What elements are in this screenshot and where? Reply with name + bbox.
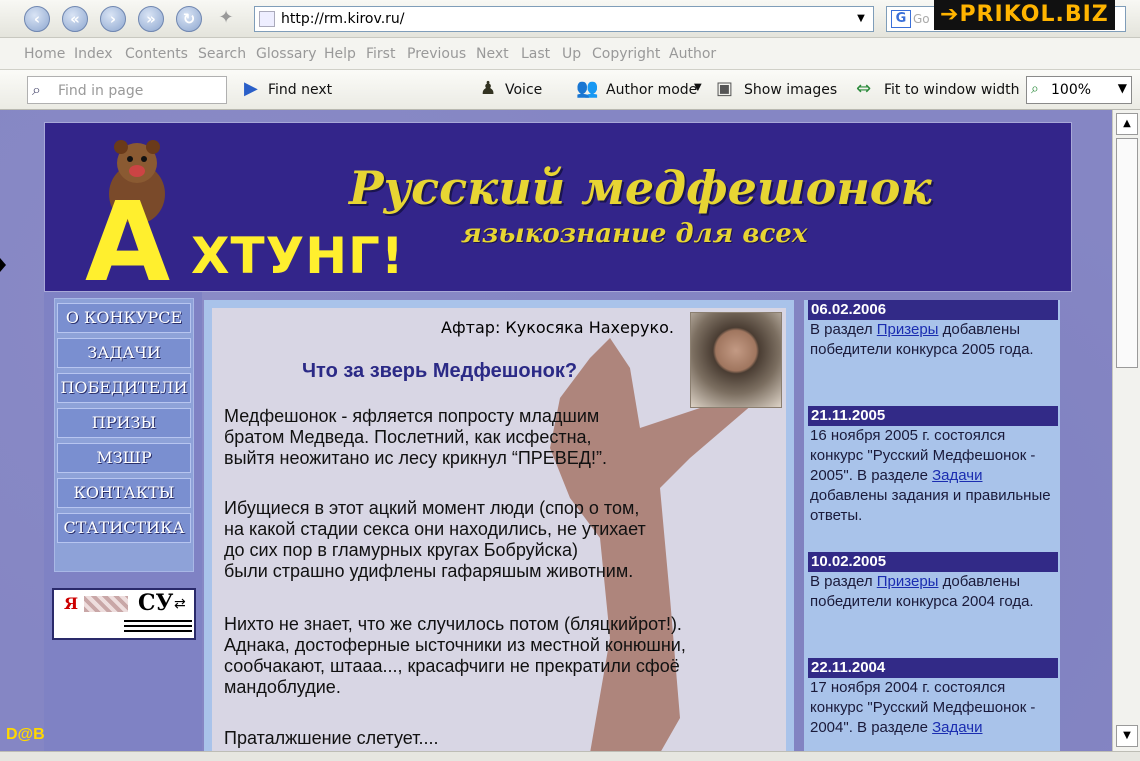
show-images-button[interactable]: Show images (744, 82, 837, 98)
menu-index[interactable]: Index (74, 46, 113, 62)
scroll-down-icon[interactable]: ▼ (1116, 725, 1138, 747)
ahtung-text: ХТУНГ! (191, 227, 405, 285)
news-link-tasks[interactable]: Задачи (932, 467, 982, 484)
camera-icon[interactable]: ▣ (716, 78, 733, 99)
article-paragraph-1: Медфешонок - яфляется попросту младшим б… (224, 406, 607, 468)
news-item: 17 ноября 2004 г. состоялся конкурс "Рус… (810, 679, 1036, 736)
back-history-icon[interactable]: « (62, 6, 88, 32)
page-icon (259, 11, 275, 27)
counter-lines (124, 620, 192, 634)
article-paragraph-2: Ибущиеся в этот ацкий момент люди (спор … (224, 498, 646, 581)
find-next-icon[interactable]: ▶ (244, 78, 258, 99)
counter-letter: Я (64, 594, 79, 613)
fit-width-button[interactable]: Fit to window width (884, 82, 1020, 98)
address-dropdown-icon[interactable]: ▼ (851, 9, 871, 29)
menu-contents[interactable]: Contents (125, 46, 188, 62)
navigation-toolbar: ‹ « › » ↻ ✦ http://rm.kirov.ru/ ▼ G Go ➔… (0, 0, 1140, 38)
nav-tasks[interactable]: ЗАДАЧИ (57, 338, 191, 368)
site-banner: А ХТУНГ! Русский медфешонок языкознание … (44, 122, 1072, 297)
article-body: Афтар: Кукосяка Нахеруко. Что за зверь М… (212, 308, 786, 751)
zoom-select[interactable]: ⌕ 100% ▼ (1026, 76, 1132, 104)
menu-help[interactable]: Help (324, 46, 356, 62)
fit-width-icon[interactable]: ⇔ (856, 78, 871, 99)
author-photo (690, 312, 782, 408)
find-placeholder: Find in page (58, 83, 144, 99)
menu-up[interactable]: Up (562, 46, 581, 62)
magnifier-icon: ⌕ (32, 80, 41, 99)
news-date: 21.11.2005 (808, 406, 1058, 426)
nav-mzshr[interactable]: МЗШР (57, 443, 191, 473)
news-date: 10.02.2005 (808, 552, 1058, 572)
author-mode-dropdown-icon[interactable]: ▼ (694, 82, 702, 93)
find-in-page-input[interactable]: ⌕ Find in page (27, 76, 227, 104)
tools-toolbar: ⌕ Find in page ▶ Find next ♟ Voice 👥 Aut… (0, 70, 1140, 110)
counter-arrows-icon: ⇄ (174, 596, 186, 612)
zoom-dropdown-icon[interactable]: ▼ (1118, 81, 1127, 95)
article-panel: Афтар: Кукосяка Нахеруко. Что за зверь М… (204, 300, 794, 751)
zoom-value: 100% (1051, 82, 1092, 98)
status-bar (0, 751, 1140, 761)
document-menu-bar: Home Index Contents Search Glossary Help… (0, 38, 1140, 70)
vertical-scrollbar[interactable]: ▲ ▼ (1112, 110, 1140, 751)
signature: D@B (6, 726, 45, 743)
forward-icon[interactable]: › (100, 6, 126, 32)
article-paragraph-3: Нихто не знает, что же случилось потом (… (224, 614, 686, 697)
browser-window: ‹ « › » ↻ ✦ http://rm.kirov.ru/ ▼ G Go ➔… (0, 0, 1140, 761)
menu-first[interactable]: First (366, 46, 395, 62)
nav-winners[interactable]: ПОБЕДИТЕЛИ (57, 373, 191, 403)
zoom-icon: ⌕ (1031, 81, 1039, 97)
menu-last[interactable]: Last (521, 46, 550, 62)
nav-contacts[interactable]: КОНТАКТЫ (57, 478, 191, 508)
address-text[interactable]: http://rm.kirov.ru/ (281, 11, 405, 27)
menu-glossary[interactable]: Glossary (256, 46, 317, 62)
article-author: Афтар: Кукосяка Нахеруко. (441, 318, 674, 337)
menu-previous[interactable]: Previous (407, 46, 466, 62)
voice-button[interactable]: Voice (505, 82, 542, 98)
menu-copyright[interactable]: Copyright (592, 46, 660, 62)
news-link-prizes[interactable]: Призеры (877, 321, 939, 338)
back-icon[interactable]: ‹ (24, 6, 50, 32)
news-date: 06.02.2006 (808, 300, 1058, 320)
ahtung-big-letter: А (85, 178, 171, 306)
watermark-text: PRIKOL.BIZ (959, 2, 1109, 27)
author-mode-icon[interactable]: 👥 (576, 78, 598, 99)
magic-wand-icon[interactable]: ✦ (214, 6, 238, 30)
site-subtitle: языкознание для всех (461, 219, 808, 249)
news-link-prizes[interactable]: Призеры (877, 573, 939, 590)
main-menu: О КОНКУРСЕ ЗАДАЧИ ПОБЕДИТЕЛИ ПРИЗЫ МЗШР … (54, 298, 194, 572)
news-column: 06.02.2006 В раздел Призеры добавлены по… (804, 300, 1060, 751)
counter-brand: СУ (138, 590, 174, 616)
scroll-thumb[interactable] (1116, 138, 1138, 368)
address-bar[interactable]: http://rm.kirov.ru/ ▼ (254, 6, 874, 32)
news-link-tasks[interactable]: Задачи (932, 719, 982, 736)
google-icon: G (891, 10, 911, 28)
forward-history-icon[interactable]: » (138, 6, 164, 32)
news-date: 22.11.2004 (808, 658, 1058, 678)
find-next-button[interactable]: Find next (268, 82, 332, 98)
news-item: 16 ноября 2005 г. состоялся конкурс "Рус… (810, 427, 1051, 524)
author-mode-button[interactable]: Author mode (606, 82, 697, 98)
article-title: Что за зверь Медфешонок? (302, 360, 578, 382)
menu-home[interactable]: Home (24, 46, 65, 62)
nav-statistics[interactable]: СТАТИСТИКА (57, 513, 191, 543)
menu-search[interactable]: Search (198, 46, 246, 62)
menu-next[interactable]: Next (476, 46, 509, 62)
counter-pattern (84, 596, 128, 612)
nav-prizes[interactable]: ПРИЗЫ (57, 408, 191, 438)
reload-icon[interactable]: ↻ (176, 6, 202, 32)
scroll-up-icon[interactable]: ▲ (1116, 113, 1138, 135)
left-sidebar: О КОНКУРСЕ ЗАДАЧИ ПОБЕДИТЕЛИ ПРИЗЫ МЗШР … (44, 292, 202, 751)
watermark-logo: ➔PRIKOL.BIZ (934, 0, 1115, 30)
article-paragraph-4: Праталжшение слетует.... (224, 728, 439, 748)
voice-icon[interactable]: ♟ (480, 78, 496, 99)
news-item: В раздел Призеры добавлены победители ко… (810, 573, 1034, 610)
page-viewport: А ХТУНГ! Русский медфешонок языкознание … (0, 110, 1112, 751)
nav-about-contest[interactable]: О КОНКУРСЕ (57, 303, 191, 333)
visitor-counter[interactable]: Я СУ ⇄ (52, 588, 196, 640)
menu-author[interactable]: Author (669, 46, 716, 62)
news-item: В раздел Призеры добавлены победители ко… (810, 321, 1034, 358)
site-title: Русский медфешонок (349, 161, 932, 215)
google-search-placeholder: Go (913, 12, 930, 26)
